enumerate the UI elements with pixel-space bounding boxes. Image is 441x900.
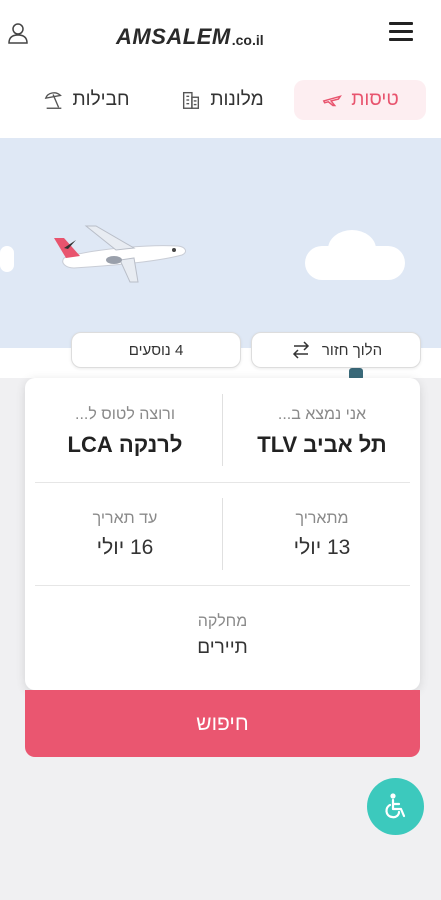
destination-value: לרנקה LCA	[67, 432, 183, 457]
category-tabs: טיסות מלונות חבילות	[0, 68, 441, 138]
tab-packages[interactable]: חבילות	[34, 80, 138, 120]
tab-hotels[interactable]: מלונות	[170, 80, 274, 120]
trip-type-label: הלוך חזור	[321, 341, 383, 359]
airplane-illustration	[54, 225, 186, 283]
luggage-shape	[349, 368, 363, 378]
divider	[222, 394, 223, 466]
search-form-card: אני נמצא ב... תל אביב TLV ורוצה לטוס ל..…	[25, 378, 420, 690]
destination-field[interactable]: ורוצה לטוס ל... לרנקה LCA	[30, 406, 220, 458]
logo-suffix: .co.il	[231, 32, 264, 48]
logo[interactable]: AMSALEM .co.il	[116, 20, 264, 50]
passengers-selector[interactable]: 4 נוסעים	[71, 332, 241, 368]
beach-umbrella-icon	[44, 92, 62, 109]
return-date-field[interactable]: עד תאריך 16 יולי	[30, 510, 220, 560]
divider	[222, 498, 223, 570]
swap-arrows-icon	[292, 341, 309, 359]
hotel-icon	[183, 91, 200, 109]
cabin-class-label: מחלקה	[197, 613, 248, 630]
departure-date-value: 13 יולי	[293, 536, 351, 559]
origin-field[interactable]: אני נמצא ב... תל אביב TLV	[227, 406, 417, 458]
cloud-shape	[328, 230, 376, 268]
cabin-class-field[interactable]: מחלקה תיירים	[30, 613, 415, 659]
trip-type-selector[interactable]: הלוך חזור	[251, 332, 421, 368]
accessibility-button[interactable]	[367, 778, 424, 835]
return-date-label: עד תאריך	[92, 510, 158, 527]
cabin-class-value: תיירים	[197, 637, 248, 658]
wheelchair-icon	[384, 792, 405, 818]
divider	[35, 585, 410, 586]
cloud-shape	[0, 246, 14, 272]
origin-value: תל אביב TLV	[257, 432, 387, 457]
divider	[35, 482, 410, 483]
departure-date-label: מתאריך	[295, 510, 349, 527]
departure-date-field[interactable]: מתאריך 13 יולי	[227, 510, 417, 560]
hamburger-menu-icon[interactable]	[389, 22, 413, 42]
return-date-value: 16 יולי	[96, 536, 154, 559]
tab-packages-label: חבילות	[72, 89, 130, 110]
origin-label: אני נמצא ב...	[277, 406, 367, 423]
destination-label: ורוצה לטוס ל...	[75, 406, 175, 423]
passengers-label: 4 נוסעים	[128, 341, 184, 359]
tab-flights-label: טיסות	[351, 89, 399, 110]
user-icon[interactable]	[7, 22, 29, 44]
header: AMSALEM .co.il	[0, 0, 441, 68]
search-button[interactable]: חיפוש	[25, 690, 420, 757]
tab-hotels-label: מלונות	[210, 89, 264, 110]
logo-text: AMSALEM	[116, 24, 231, 49]
tab-flights[interactable]: טיסות	[294, 80, 426, 120]
plane-icon	[322, 95, 343, 107]
